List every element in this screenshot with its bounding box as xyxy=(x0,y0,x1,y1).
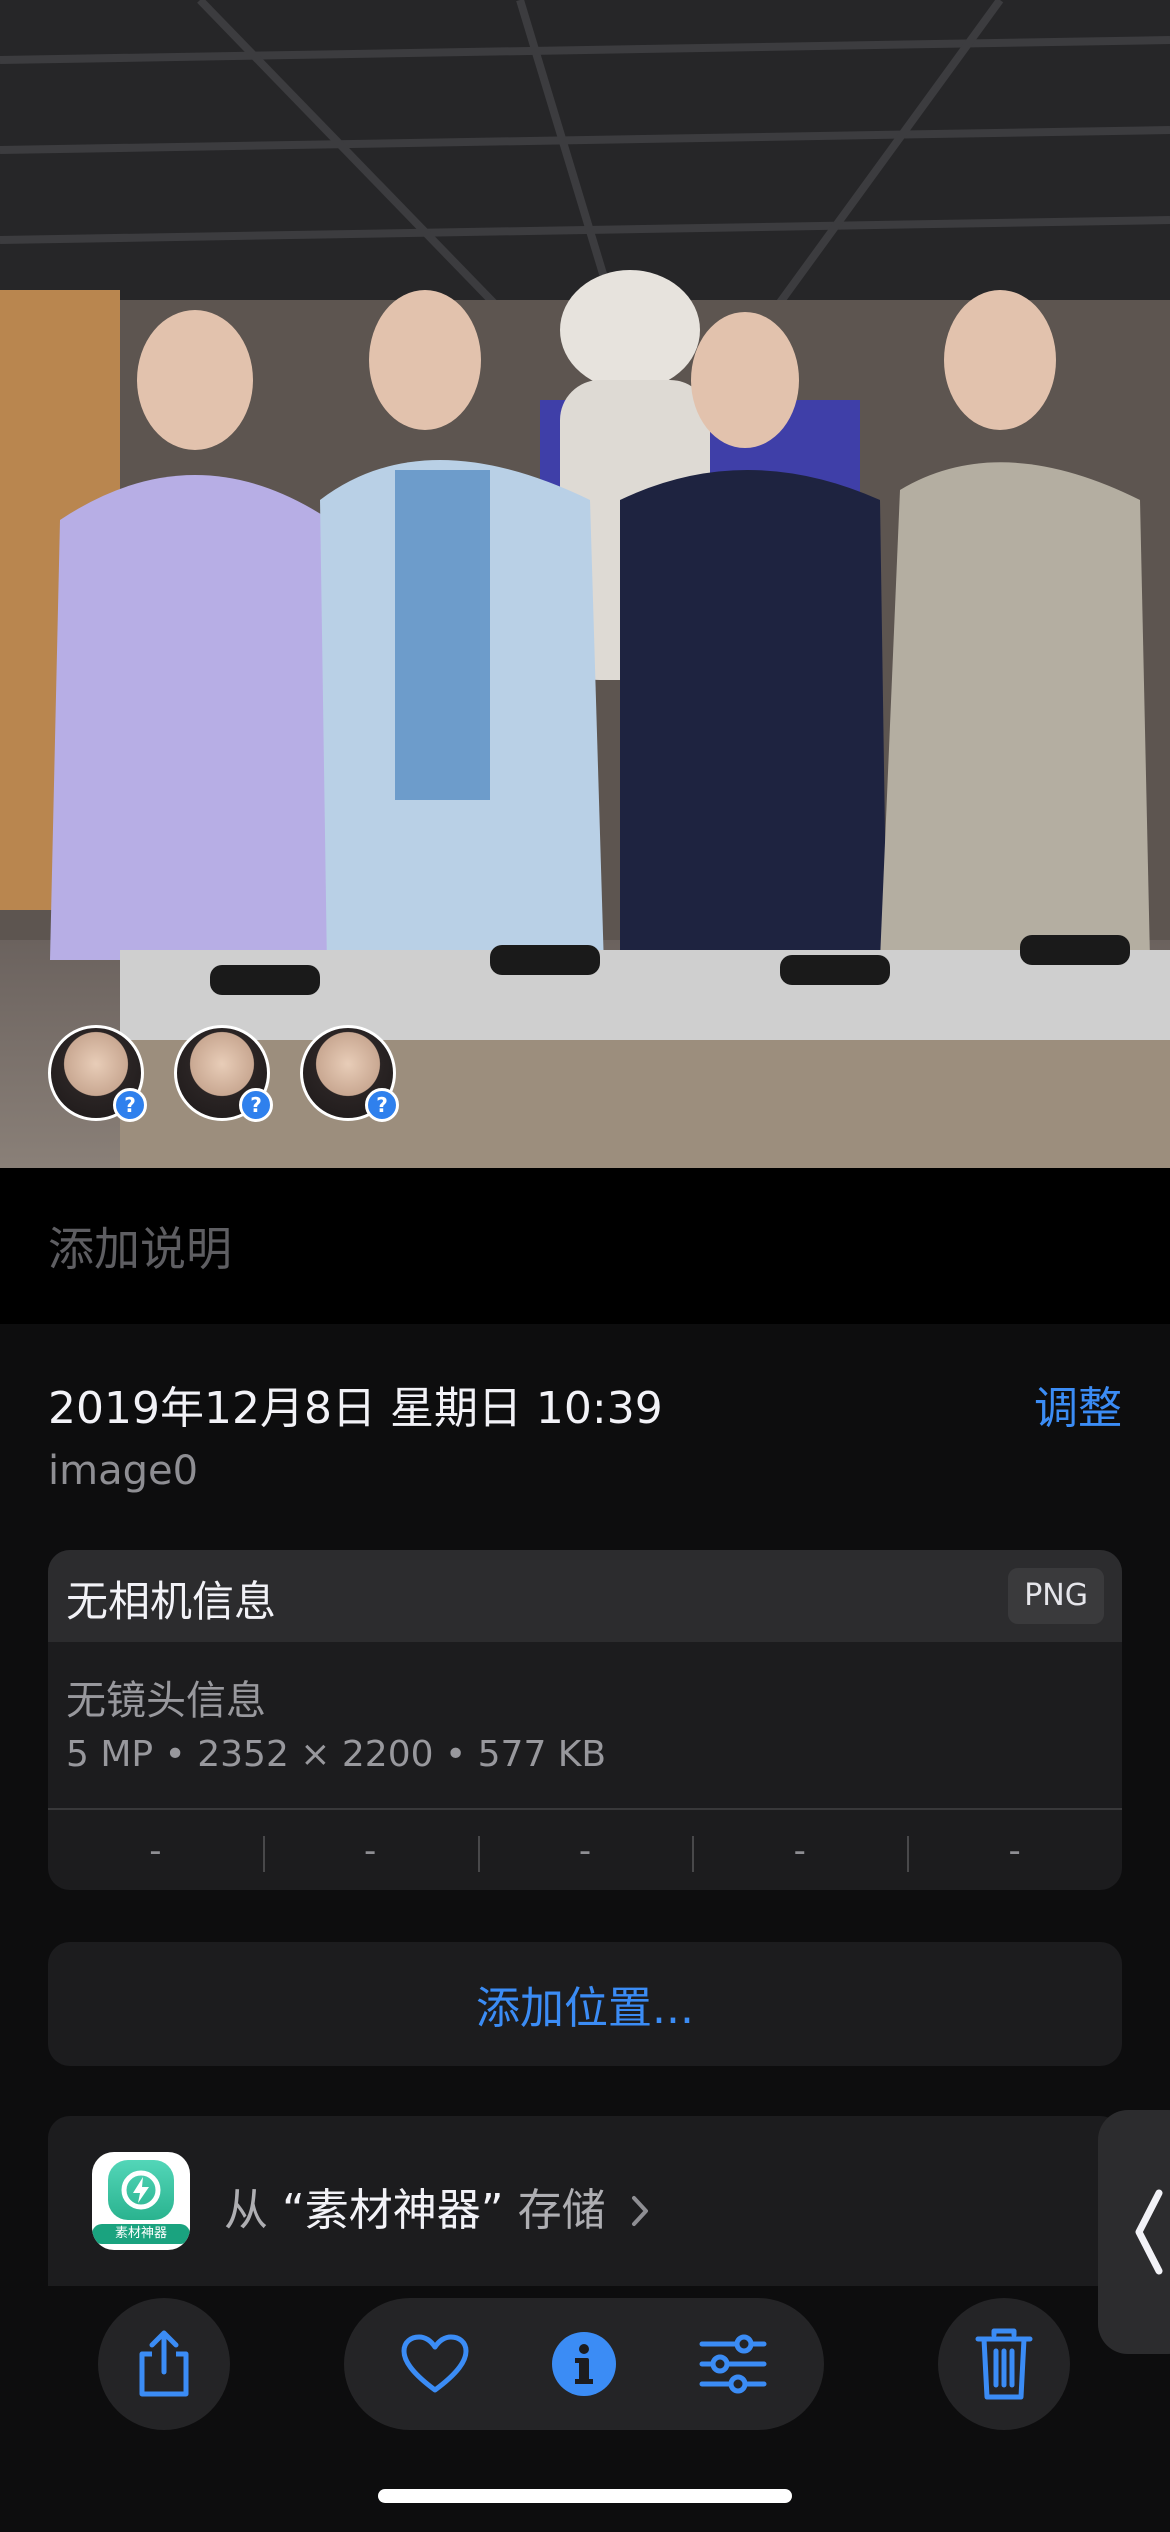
exif-iso: - xyxy=(149,1831,162,1871)
camera-info-header: 无相机信息 PNG xyxy=(48,1550,1122,1642)
exif-row: - - - - - xyxy=(48,1812,1122,1890)
info-icon xyxy=(552,2332,616,2396)
chevron-left-icon xyxy=(1135,2189,1163,2275)
photo-viewer[interactable]: ? ? ? xyxy=(0,0,1170,1168)
add-location-button[interactable]: 添加位置... xyxy=(48,1942,1122,2066)
exif-exposure: - xyxy=(477,1812,693,1890)
side-panel-handle[interactable] xyxy=(1098,2110,1170,2354)
unknown-person-badge: ? xyxy=(365,1088,399,1122)
share-icon xyxy=(139,2330,189,2397)
image-specs: 5 MP • 2352 × 2200 • 577 KB xyxy=(66,1734,607,1775)
face-thumbnail[interactable]: ? xyxy=(300,1025,399,1122)
camera-info-card: 无相机信息 PNG 无镜头信息 5 MP • 2352 × 2200 • 577… xyxy=(48,1550,1122,1890)
unknown-person-badge: ? xyxy=(113,1088,147,1122)
heart-icon xyxy=(401,2334,469,2393)
lens-info: 无镜头信息 xyxy=(66,1678,266,1724)
saved-from-text: 从 “素材神器” 存储 xyxy=(224,2174,652,2238)
add-location-label: 添加位置... xyxy=(476,1983,694,2034)
lightning-play-icon xyxy=(108,2160,174,2220)
info-button[interactable] xyxy=(529,2298,639,2430)
exif-focal-length: - xyxy=(262,1812,478,1890)
photo-filename: image0 xyxy=(48,1448,199,1494)
saved-from-prefix: 从 xyxy=(224,2185,268,2236)
chevron-right-icon xyxy=(631,2196,648,2226)
saved-from-app-row[interactable]: 素材神器 从 “素材神器” 存储 xyxy=(48,2116,1122,2286)
face-thumbnail[interactable]: ? xyxy=(48,1025,147,1122)
face-thumbnail[interactable]: ? xyxy=(174,1025,273,1122)
saved-from-suffix: 存储 xyxy=(517,2185,606,2236)
edit-button[interactable] xyxy=(678,2298,788,2430)
app-icon: 素材神器 xyxy=(92,2152,190,2250)
format-badge: PNG xyxy=(1008,1568,1104,1624)
saved-from-app-name: “素材神器” xyxy=(282,2185,504,2236)
favorite-button[interactable] xyxy=(380,2298,490,2430)
toolbar-group xyxy=(344,2298,824,2430)
adjust-icon xyxy=(699,2334,767,2394)
home-indicator[interactable] xyxy=(378,2489,792,2503)
photo-image xyxy=(0,0,1170,1168)
exif-aperture: - xyxy=(692,1812,907,1890)
trash-icon xyxy=(975,2328,1033,2400)
delete-button[interactable] xyxy=(938,2298,1070,2430)
caption-input[interactable]: 添加说明 xyxy=(48,1213,232,1279)
share-button[interactable] xyxy=(98,2298,230,2430)
adjust-datetime-button[interactable]: 调整 xyxy=(1034,1372,1122,1436)
exif-shutter: - xyxy=(907,1812,1122,1890)
unknown-person-badge: ? xyxy=(239,1088,273,1122)
camera-info-title: 无相机信息 xyxy=(66,1577,277,1626)
app-icon-label: 素材神器 xyxy=(92,2224,190,2244)
divider xyxy=(48,1808,1122,1810)
photo-datetime: 2019年12月8日 星期日 10:39 xyxy=(48,1383,663,1434)
